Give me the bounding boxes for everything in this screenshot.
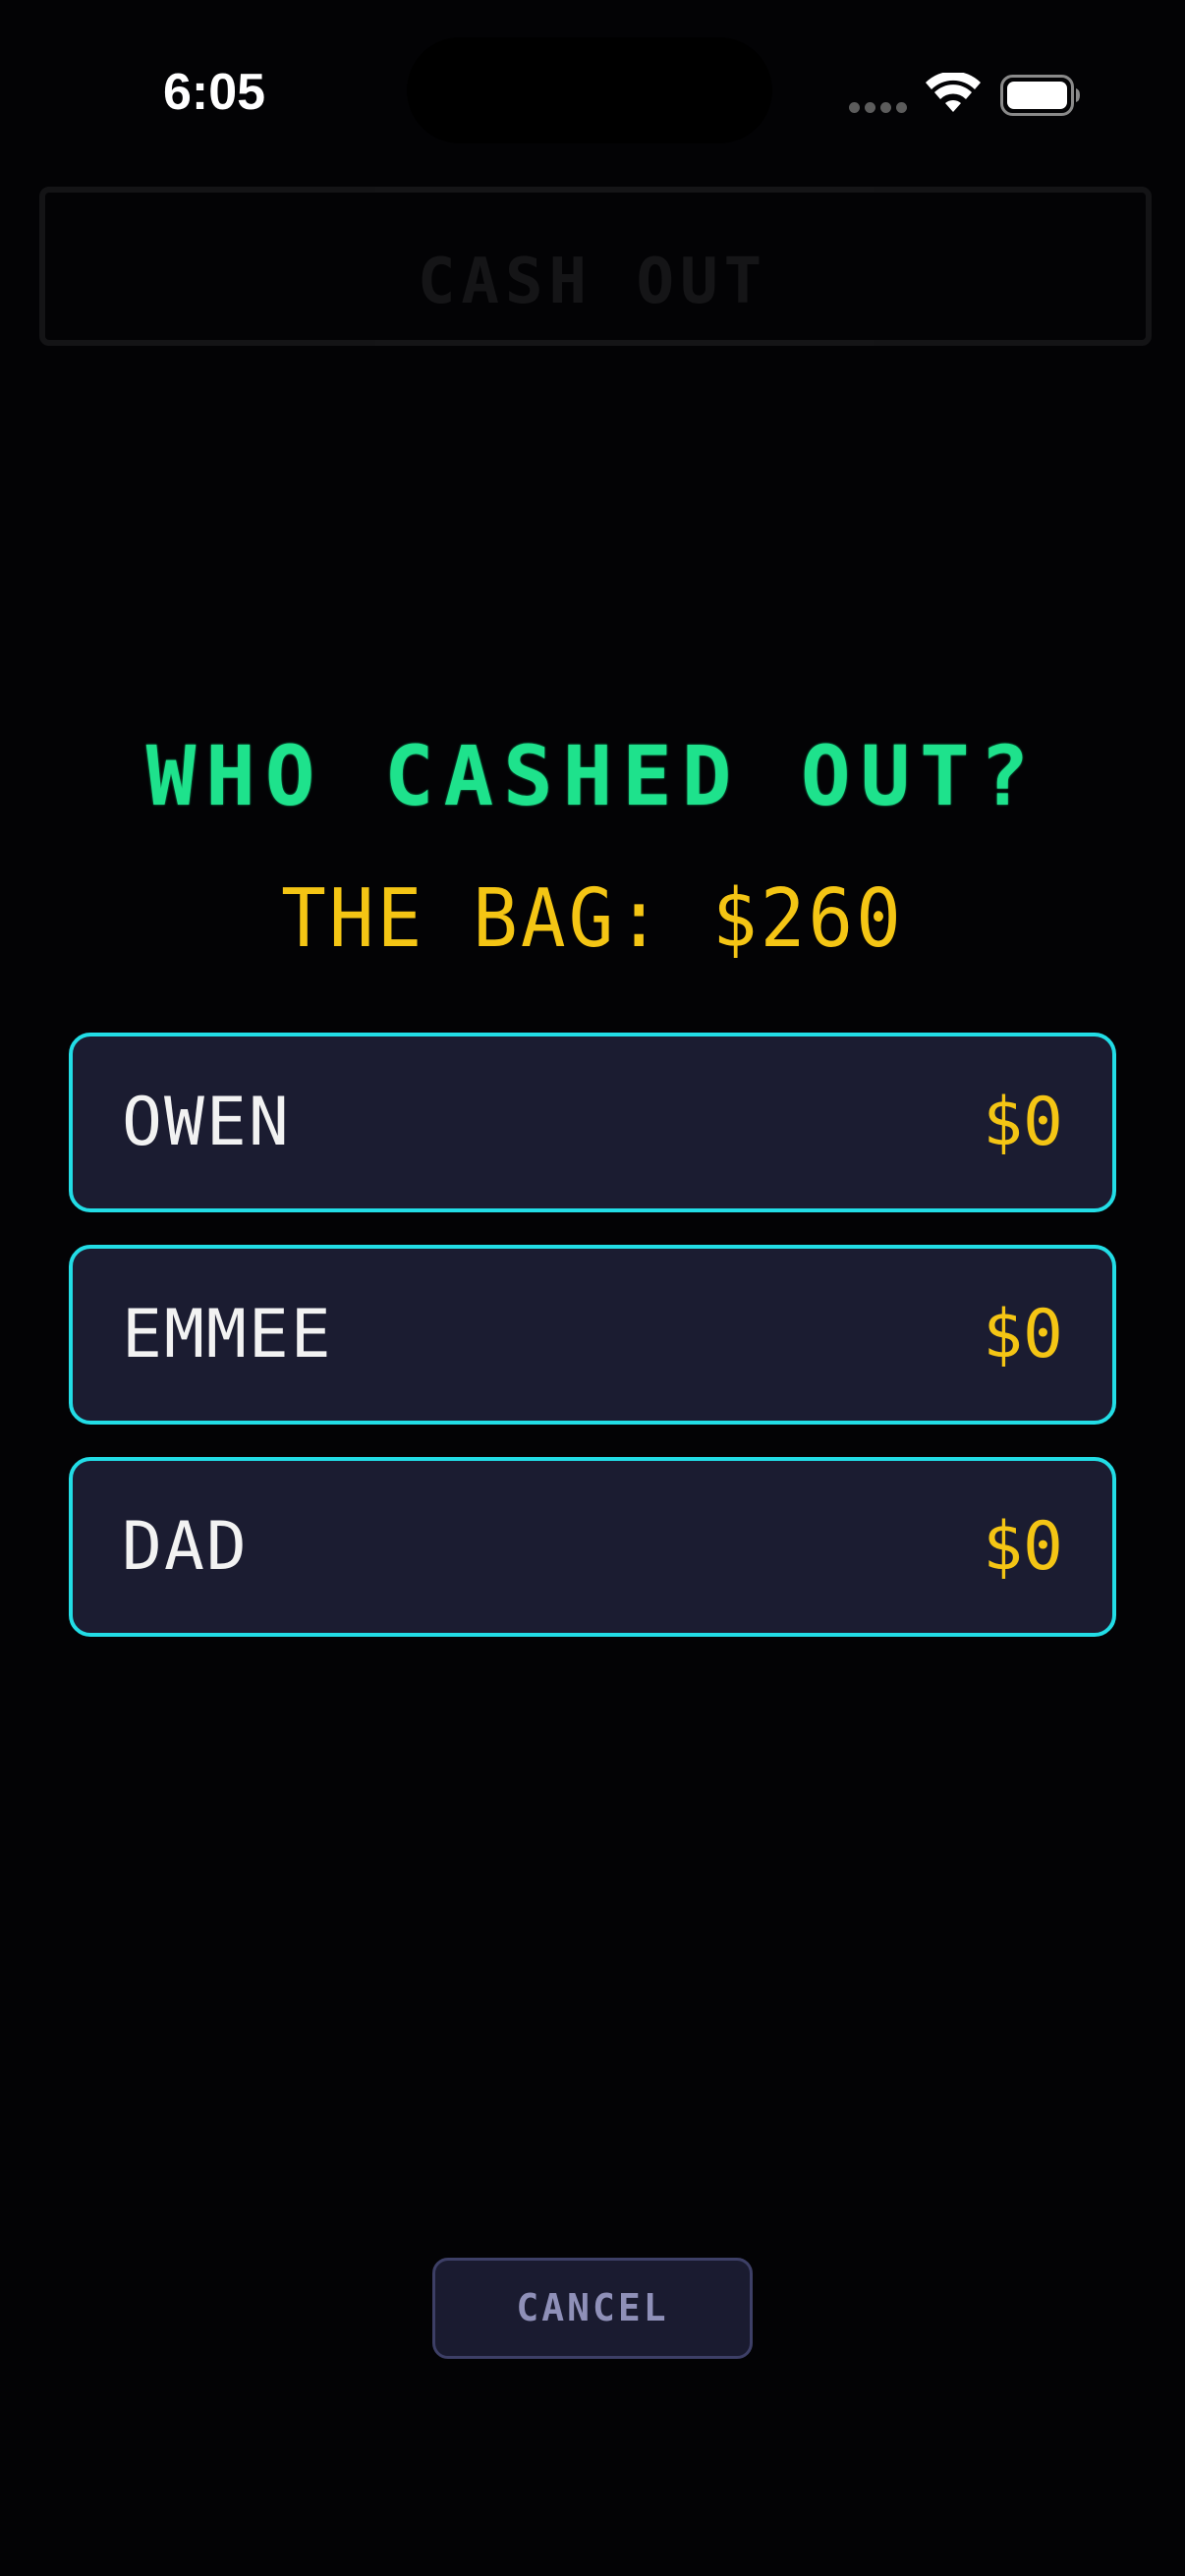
cellular-signal-icon [849, 102, 908, 114]
background-header-panel [39, 187, 1152, 346]
player-list: OWEN $0 EMMEE $0 DAD $0 [69, 1033, 1116, 1669]
player-amount: $0 [983, 1296, 1063, 1373]
bag-total-label: THE BAG: $260 [281, 870, 904, 966]
player-name: DAD [122, 1508, 249, 1586]
background-title: CASH OUT [417, 246, 768, 318]
cancel-button[interactable]: CANCEL [432, 2258, 753, 2359]
modal-title: WHO CASHED OUT? [145, 728, 1040, 824]
player-row-dad[interactable]: DAD $0 [69, 1457, 1116, 1637]
player-row-emmee[interactable]: EMMEE $0 [69, 1245, 1116, 1425]
player-amount: $0 [983, 1084, 1063, 1161]
dynamic-island [407, 37, 772, 143]
battery-icon [1000, 75, 1080, 116]
player-name: OWEN [122, 1084, 291, 1161]
player-amount: $0 [983, 1508, 1063, 1586]
status-time: 6:05 [163, 64, 266, 121]
player-row-owen[interactable]: OWEN $0 [69, 1033, 1116, 1212]
wifi-icon [926, 73, 981, 112]
player-name: EMMEE [122, 1296, 333, 1373]
status-bar: 6:05 [0, 0, 1185, 187]
